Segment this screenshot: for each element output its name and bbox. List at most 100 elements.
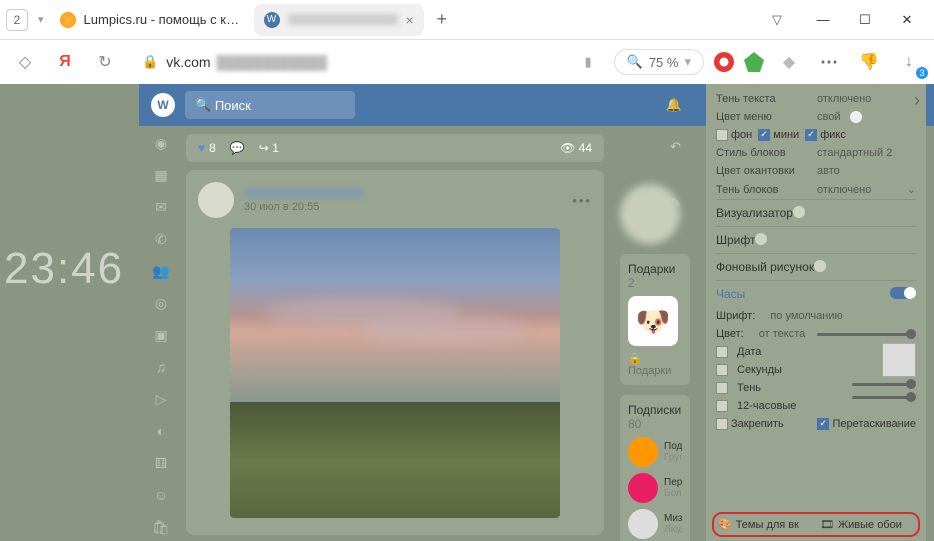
- feedback-icon[interactable]: 👎: [854, 47, 884, 77]
- share-count: 1: [272, 141, 279, 155]
- extension-gray-icon[interactable]: ◆: [774, 47, 804, 77]
- post-author[interactable]: [244, 187, 364, 199]
- post-photo[interactable]: [230, 228, 560, 518]
- post-actions-bar: ♥8 💬 ↪ 1 👁 44: [186, 134, 604, 162]
- nav-calls-icon[interactable]: ✆: [152, 230, 170, 248]
- nav-friends-icon[interactable]: 👥: [152, 262, 170, 280]
- chk-shadow[interactable]: Тень: [716, 379, 846, 397]
- nav-clips-icon[interactable]: ◐: [152, 422, 170, 440]
- address-bar: ◇ Я ↻ 🔒 vk.com ████████████ ▮ 🔍75 %▾ ◆ ⋯…: [0, 40, 934, 84]
- section-font[interactable]: Шрифт: [716, 226, 916, 253]
- slider-2[interactable]: [852, 396, 916, 399]
- chevron-down-icon[interactable]: ▾: [38, 13, 44, 26]
- vk-logo[interactable]: W: [151, 93, 175, 117]
- tab-favicon: [60, 12, 76, 28]
- minimize-button[interactable]: —: [802, 5, 844, 35]
- nav-games-icon[interactable]: ⚅: [152, 454, 170, 472]
- chk-12h[interactable]: 12-часовые: [716, 397, 846, 415]
- nav-groups-icon[interactable]: ◎: [152, 294, 170, 312]
- slider-1[interactable]: [852, 383, 916, 386]
- right-column: Подарки 2 🐶 🔒 Подарки Подписки 80 ПодслГ…: [620, 184, 690, 541]
- clock-color[interactable]: от текста: [759, 328, 805, 340]
- close-icon[interactable]: ×: [406, 12, 414, 28]
- chk-drag[interactable]: Перетаскивание: [817, 418, 916, 430]
- page-bookmark-icon[interactable]: ▮: [584, 54, 591, 70]
- nav-market-icon[interactable]: 🛍: [152, 518, 170, 536]
- yandex-icon[interactable]: Я: [50, 47, 80, 77]
- chk-fix[interactable]: фикс: [805, 129, 846, 141]
- like-icon[interactable]: ♥: [198, 141, 205, 155]
- vk-favicon: W: [264, 12, 280, 28]
- nav-music-icon[interactable]: ♫: [152, 358, 170, 376]
- bookmark-icon[interactable]: ▽: [772, 12, 782, 28]
- chk-seconds[interactable]: Секунды: [716, 361, 846, 379]
- clock-font[interactable]: по умолчанию: [770, 310, 842, 322]
- tab-title: Lumpics.ru - помощь с ком: [84, 12, 240, 27]
- close-button[interactable]: ✕: [886, 5, 928, 35]
- tab-count[interactable]: 2: [6, 9, 28, 31]
- post-avatar[interactable]: [198, 182, 234, 218]
- tab-lumpics[interactable]: Lumpics.ru - помощь с ком: [50, 4, 250, 36]
- tab-vk[interactable]: W ×: [254, 4, 424, 36]
- zoom-indicator[interactable]: 🔍75 %▾: [614, 49, 704, 75]
- back-icon[interactable]: ↶: [670, 139, 690, 155]
- desktop-clock[interactable]: 23:46: [4, 244, 124, 294]
- url-path-blur: ████████████: [217, 55, 328, 70]
- section-visualizer[interactable]: Визуализатор: [716, 199, 916, 226]
- like-count: 8: [209, 141, 216, 155]
- post-card: 30 июл в 20:55 •••: [186, 170, 604, 535]
- sub-item[interactable]: ПервБоль: [628, 473, 682, 503]
- nav-news-icon[interactable]: ▦: [152, 166, 170, 184]
- browser-titlebar: 2 ▾ Lumpics.ru - помощь с ком W × + ▽ — …: [0, 0, 934, 40]
- share-icon[interactable]: ↪: [259, 141, 269, 155]
- sub-item[interactable]: МизанЛюди: [628, 509, 682, 539]
- downloads-icon[interactable]: ↓: [894, 47, 924, 77]
- extension-icon[interactable]: [744, 52, 764, 72]
- color-swatch[interactable]: [882, 343, 916, 377]
- vk-sidebar: ◉ ▦ ✉ ✆ 👥 ◎ ▣ ♫ ▷ ◐ ⚅ ☺ 🛍 ⊞ ⊕ ₽: [152, 134, 176, 541]
- chk-mini[interactable]: мини: [758, 129, 799, 141]
- live-wallpaper-button[interactable]: 🎞 Живые обои: [820, 518, 914, 531]
- url-text: vk.com: [166, 54, 210, 70]
- post-menu-icon[interactable]: •••: [572, 193, 592, 208]
- gifts-widget: Подарки 2 🐶 🔒 Подарки: [620, 254, 690, 385]
- section-bgimg[interactable]: Фоновый рисунок: [716, 253, 916, 280]
- chk-date[interactable]: Дата: [716, 343, 846, 361]
- views-icon: 👁: [560, 141, 575, 155]
- url-field[interactable]: 🔒 vk.com ████████████ ▮: [130, 46, 604, 78]
- adblock-icon[interactable]: [714, 52, 734, 72]
- search-input[interactable]: 🔍 Поиск: [185, 91, 355, 119]
- chk-pin[interactable]: Закрепить: [716, 418, 784, 430]
- maximize-button[interactable]: ☐: [844, 5, 886, 35]
- setting-border-color: Цвет окантовки: [716, 165, 811, 177]
- section-clock[interactable]: Часы: [716, 280, 916, 307]
- nav-messenger-icon[interactable]: ✉: [152, 198, 170, 216]
- notifications-icon[interactable]: 🔔: [666, 97, 682, 113]
- reload-button[interactable]: ↻: [90, 47, 120, 77]
- setting-block-style: Стиль блоков: [716, 147, 811, 159]
- color-dot[interactable]: [850, 111, 862, 123]
- comment-icon[interactable]: 💬: [230, 141, 245, 155]
- nav-profile-icon[interactable]: ◉: [152, 134, 170, 152]
- nav-video-icon[interactable]: ▷: [152, 390, 170, 408]
- shield-icon[interactable]: ◇: [10, 47, 40, 77]
- tab-title-blur: [288, 14, 398, 25]
- gifts-more[interactable]: 🔒 Подарки: [628, 352, 682, 377]
- sub-item[interactable]: ПодслГрупп: [628, 437, 682, 467]
- new-tab-button[interactable]: +: [428, 6, 456, 34]
- slider-color[interactable]: [817, 333, 916, 336]
- chevron-down-icon[interactable]: ⌄: [907, 183, 916, 196]
- nav-photos-icon[interactable]: ▣: [152, 326, 170, 344]
- themes-button[interactable]: 🎨 Темы для вк: [718, 518, 812, 531]
- lock-icon: 🔒: [142, 54, 158, 70]
- panel-next-icon[interactable]: ›: [914, 90, 920, 111]
- extension-settings-panel: › Тень текстаотключено Цвет менюсвой фон…: [706, 84, 926, 541]
- profile-avatar-blur[interactable]: [620, 184, 680, 244]
- nav-stickers-icon[interactable]: ☺: [152, 486, 170, 504]
- toggle-clock[interactable]: [890, 287, 916, 299]
- post-date: 30 июл в 20:55: [244, 201, 364, 213]
- panel-footer-highlight: 🎨 Темы для вк 🎞 Живые обои: [712, 512, 920, 537]
- chk-bg[interactable]: фон: [716, 129, 752, 141]
- more-icon[interactable]: ⋯: [814, 47, 844, 77]
- gift-item[interactable]: 🐶: [628, 296, 678, 346]
